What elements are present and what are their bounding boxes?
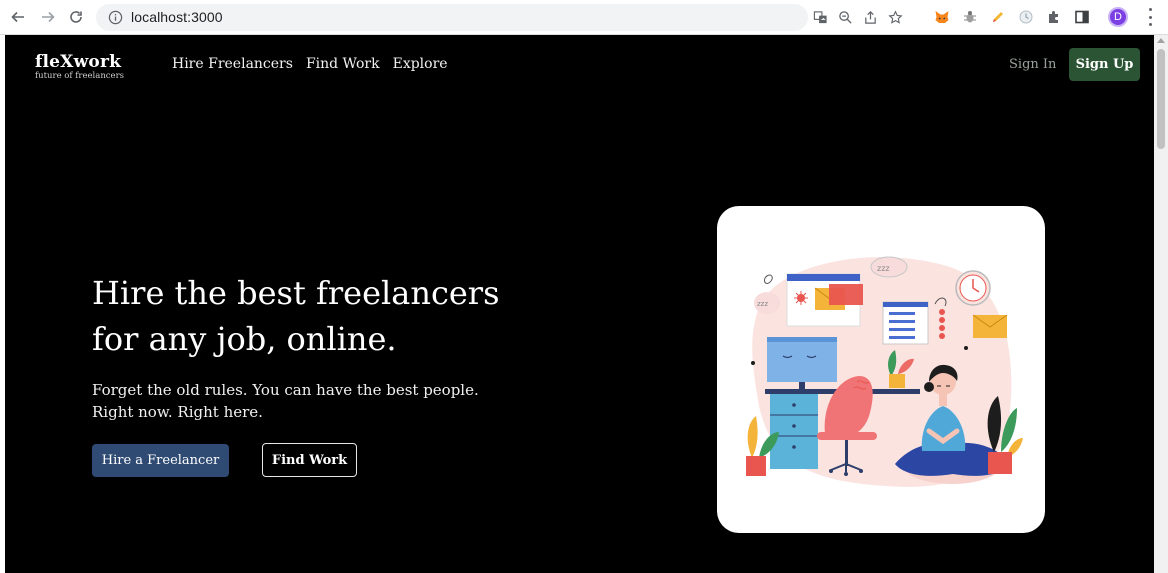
meditating-freelancer-illustration: zzz zzz <box>746 256 1023 487</box>
metamask-fox-icon[interactable] <box>934 9 950 25</box>
hero-headline: Hire the best freelancers for any job, o… <box>92 270 612 362</box>
bug-extension-icon[interactable] <box>962 9 978 25</box>
scroll-up-arrow-icon[interactable] <box>1157 38 1165 43</box>
doodle-dot <box>751 361 755 365</box>
translate-icon[interactable] <box>812 9 828 25</box>
url-text[interactable]: localhost:3000 <box>131 9 223 25</box>
brand-name: fleXwork <box>35 52 122 72</box>
find-work-button[interactable]: Find Work <box>262 443 357 477</box>
envelope-right-graphic <box>972 314 1008 338</box>
site-info-icon[interactable] <box>108 10 123 25</box>
doodle-swirl <box>764 274 773 284</box>
nav-link-hire-freelancers[interactable]: Hire Freelancers <box>172 56 293 72</box>
browser-window-graphic <box>786 273 863 327</box>
zoom-icon[interactable] <box>837 9 853 25</box>
hero-illustration-card: zzz zzz <box>717 206 1045 533</box>
back-arrow-icon[interactable] <box>8 7 28 27</box>
address-bar[interactable]: localhost:3000 <box>96 4 808 31</box>
browser-toolbar: localhost:3000 D <box>0 0 1168 35</box>
doodle-dot-right <box>964 346 968 350</box>
reload-icon[interactable] <box>66 7 86 27</box>
omnibox-actions <box>812 7 903 27</box>
page-scrollbar[interactable] <box>1154 35 1168 573</box>
speech-bubble-top: zzz <box>870 256 908 278</box>
extensions-bar <box>934 7 1090 27</box>
nav-link-find-work[interactable]: Find Work <box>306 56 380 72</box>
scroll-thumb[interactable] <box>1157 49 1165 149</box>
hire-freelancer-button[interactable]: Hire a Freelancer <box>92 444 229 477</box>
sign-in-link[interactable]: Sign In <box>1009 57 1056 72</box>
hero-headline-line1: Hire the best freelancers <box>92 274 500 312</box>
bubble-text: zzz <box>877 264 890 273</box>
hero-headline-line2: for any job, online. <box>92 320 397 358</box>
nav-link-explore[interactable]: Explore <box>393 56 448 72</box>
main-nav: Hire Freelancers Find Work Explore <box>172 56 448 72</box>
hero-subtext: Forget the old rules. You can have the b… <box>92 381 479 421</box>
brand-logo[interactable]: fleXwork future of freelancers <box>35 52 124 81</box>
wall-clock-graphic <box>955 270 991 306</box>
forward-arrow-icon[interactable] <box>38 7 58 27</box>
bubble-left-text: zzz <box>757 300 768 308</box>
clock-extension-icon[interactable] <box>1018 9 1034 25</box>
page-viewport: fleXwork future of freelancers Hire Free… <box>0 35 1168 573</box>
speech-bubble-left: zzz <box>754 292 780 314</box>
side-panel-icon[interactable] <box>1074 9 1090 25</box>
browser-menu-icon[interactable] <box>1144 8 1156 26</box>
bookmark-star-icon[interactable] <box>887 9 903 25</box>
share-icon[interactable] <box>862 9 878 25</box>
pen-extension-icon[interactable] <box>990 9 1006 25</box>
landing-page: fleXwork future of freelancers Hire Free… <box>5 35 1154 573</box>
sign-up-button[interactable]: Sign Up <box>1069 48 1140 81</box>
puzzle-extensions-icon[interactable] <box>1046 9 1062 25</box>
profile-avatar[interactable]: D <box>1108 7 1128 27</box>
brand-tagline: future of freelancers <box>35 71 125 81</box>
